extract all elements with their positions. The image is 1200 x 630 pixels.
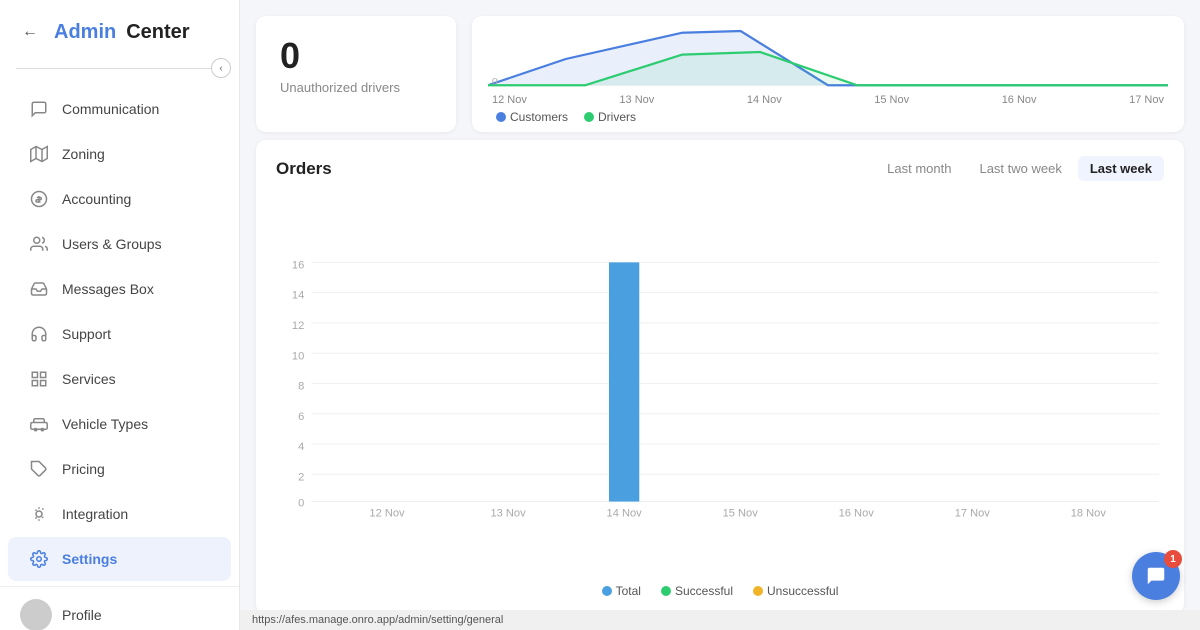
sidebar-item-services[interactable]: Services: [8, 357, 231, 401]
chat-fab-button[interactable]: 1: [1132, 552, 1180, 600]
sidebar-item-communication[interactable]: Communication: [8, 87, 231, 131]
bar-chart-legend: Total Successful Unsuccessful: [276, 584, 1164, 598]
grid-icon: [28, 368, 50, 390]
profile-section[interactable]: Profile: [0, 586, 239, 630]
svg-text:12: 12: [292, 320, 304, 332]
svg-text:13 Nov: 13 Nov: [491, 508, 527, 520]
sidebar: ← Admin Center ‹ Communication Zoning Ac…: [0, 0, 240, 630]
top-section: 0 Unauthorized drivers 0 12 Nov 13 Nov 1: [240, 0, 1200, 140]
sidebar-item-label: Services: [62, 371, 116, 387]
chat-badge: 1: [1164, 550, 1182, 568]
bar-chart-svg: 16 14 12 10 8 6 4 2 0: [276, 193, 1164, 578]
dollar-icon: [28, 188, 50, 210]
time-filters: Last month Last two week Last week: [875, 156, 1164, 181]
line-chart-svg: 0: [488, 24, 1168, 94]
sidebar-item-label: Communication: [62, 101, 159, 117]
svg-text:18 Nov: 18 Nov: [1071, 508, 1107, 520]
sidebar-item-label: Messages Box: [62, 281, 154, 297]
sidebar-item-label: Integration: [62, 506, 128, 522]
line-chart-x-labels: 12 Nov 13 Nov 14 Nov 15 Nov 16 Nov 17 No…: [488, 94, 1168, 106]
orders-header: Orders Last month Last two week Last wee…: [276, 156, 1164, 181]
sidebar-item-zoning[interactable]: Zoning: [8, 132, 231, 176]
line-chart-card: 0 12 Nov 13 Nov 14 Nov 15 Nov 16 Nov 17 …: [472, 16, 1184, 132]
bar-chart-container: 16 14 12 10 8 6 4 2 0: [276, 193, 1164, 598]
gear-icon: [28, 548, 50, 570]
map-icon: [28, 143, 50, 165]
svg-text:14: 14: [292, 290, 304, 302]
sidebar-title-admin: Admin: [54, 21, 116, 44]
svg-text:8: 8: [298, 381, 304, 393]
filter-last-two-week[interactable]: Last two week: [967, 156, 1073, 181]
orders-section: Orders Last month Last two week Last wee…: [256, 140, 1184, 614]
successful-dot: [661, 586, 671, 596]
drivers-dot: [584, 112, 594, 122]
svg-text:14 Nov: 14 Nov: [607, 508, 643, 520]
sidebar-item-label: Support: [62, 326, 111, 342]
users-icon: [28, 233, 50, 255]
main-content: 0 Unauthorized drivers 0 12 Nov 13 Nov 1: [240, 0, 1200, 630]
svg-text:0: 0: [298, 498, 304, 510]
sidebar-item-support[interactable]: Support: [8, 312, 231, 356]
collapse-button[interactable]: ‹: [211, 58, 231, 78]
customers-dot: [496, 112, 506, 122]
sidebar-item-label: Users & Groups: [62, 236, 162, 252]
filter-last-week[interactable]: Last week: [1078, 156, 1164, 181]
legend-unsuccessful: Unsuccessful: [753, 584, 838, 598]
legend-successful: Successful: [661, 584, 733, 598]
inbox-icon: [28, 278, 50, 300]
bar-chart: 16 14 12 10 8 6 4 2 0: [276, 193, 1164, 578]
sidebar-item-pricing[interactable]: Pricing: [8, 447, 231, 491]
svg-text:2: 2: [298, 471, 304, 483]
avatar: [20, 599, 52, 630]
back-button[interactable]: ←: [16, 18, 44, 46]
sidebar-item-integration[interactable]: Integration: [8, 492, 231, 536]
car-icon: [28, 413, 50, 435]
unauthorized-card: 0 Unauthorized drivers: [256, 16, 456, 132]
line-chart-legend: Customers Drivers: [488, 110, 1168, 124]
plug-icon: [28, 503, 50, 525]
svg-text:16: 16: [292, 259, 304, 271]
legend-customers: Customers: [496, 110, 568, 124]
sidebar-header: ← Admin Center: [0, 0, 239, 58]
sidebar-item-settings[interactable]: Settings: [8, 537, 231, 581]
total-dot: [602, 586, 612, 596]
svg-text:0: 0: [492, 77, 498, 87]
sidebar-item-label: Pricing: [62, 461, 105, 477]
status-bar: https://afes.manage.onro.app/admin/setti…: [240, 610, 1200, 630]
sidebar-item-label: Settings: [62, 551, 117, 567]
sidebar-title-center: Center: [126, 21, 189, 44]
svg-text:16 Nov: 16 Nov: [839, 508, 875, 520]
sidebar-nav: Communication Zoning Accounting Users & …: [0, 82, 239, 586]
sidebar-item-label: Accounting: [62, 191, 131, 207]
svg-text:17 Nov: 17 Nov: [955, 508, 991, 520]
legend-total: Total: [602, 584, 641, 598]
sidebar-item-accounting[interactable]: Accounting: [8, 177, 231, 221]
sidebar-item-label: Zoning: [62, 146, 105, 162]
profile-label: Profile: [62, 607, 102, 623]
svg-text:12 Nov: 12 Nov: [369, 508, 405, 520]
unsuccessful-dot: [753, 586, 763, 596]
unauthorized-label: Unauthorized drivers: [280, 80, 400, 95]
svg-text:4: 4: [298, 441, 304, 453]
chat-fab-icon: [1145, 565, 1167, 587]
orders-title: Orders: [276, 159, 332, 179]
unauthorized-value: 0: [280, 36, 300, 76]
tag-icon: [28, 458, 50, 480]
chat-icon: [28, 98, 50, 120]
filter-last-month[interactable]: Last month: [875, 156, 963, 181]
sidebar-item-label: Vehicle Types: [62, 416, 148, 432]
headset-icon: [28, 323, 50, 345]
svg-text:10: 10: [292, 350, 304, 362]
status-url: https://afes.manage.onro.app/admin/setti…: [252, 614, 503, 626]
sidebar-item-users-groups[interactable]: Users & Groups: [8, 222, 231, 266]
sidebar-item-messages-box[interactable]: Messages Box: [8, 267, 231, 311]
legend-drivers: Drivers: [584, 110, 636, 124]
svg-text:6: 6: [298, 411, 304, 423]
svg-text:15 Nov: 15 Nov: [723, 508, 759, 520]
sidebar-item-vehicle-types[interactable]: Vehicle Types: [8, 402, 231, 446]
